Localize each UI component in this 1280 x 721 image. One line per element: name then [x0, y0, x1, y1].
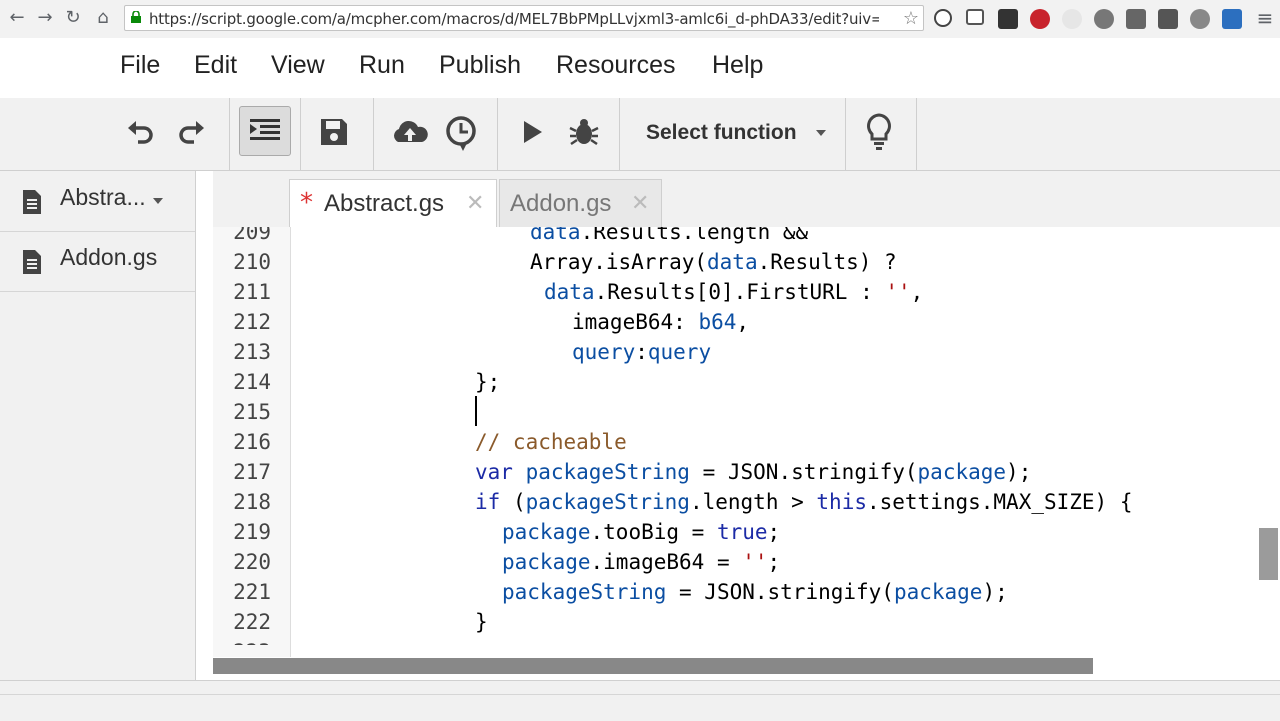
home-icon[interactable]: ⌂ — [92, 7, 114, 29]
line-number: 222 — [233, 610, 271, 634]
save-button[interactable] — [310, 108, 358, 156]
code-line: data.Results.length && — [530, 227, 809, 244]
extension-icon-10[interactable] — [1222, 9, 1242, 29]
code-line: } — [475, 610, 488, 634]
deploy-button[interactable] — [382, 108, 430, 156]
back-icon[interactable]: ← — [6, 7, 28, 29]
undo-button[interactable] — [116, 108, 164, 156]
line-number: 223 — [213, 637, 271, 645]
sidebar-item-label: Abstra... — [60, 184, 146, 210]
code-line: var packageString = JSON.stringify(packa… — [475, 460, 1032, 484]
text-cursor — [475, 396, 477, 426]
redo-button[interactable] — [168, 108, 216, 156]
menu-edit[interactable]: Edit — [194, 51, 237, 80]
menu-file[interactable]: File — [120, 51, 160, 80]
code-line: Array.isArray(data.Results) ? — [530, 250, 897, 274]
vertical-scrollbar[interactable] — [1259, 528, 1278, 580]
line-number-gutter: 209 210 211 212 213 214 215 216 217 218 219 220 221 2… — [213, 227, 291, 645]
code-line: package.tooBig = true; — [502, 520, 781, 544]
reload-icon[interactable]: ↻ — [62, 7, 84, 29]
clock-icon — [446, 116, 476, 151]
code-line: packageString = JSON.stringify(package); — [502, 580, 1008, 604]
pinterest-extension-icon[interactable] — [1030, 9, 1050, 29]
select-function-dropdown[interactable]: Select function — [646, 121, 797, 145]
tips-button[interactable] — [855, 108, 903, 156]
triggers-button[interactable] — [437, 108, 485, 156]
chevron-down-icon[interactable] — [153, 198, 163, 204]
editor-tabs: * Abstract.gs ✕ Addon.gs ✕ — [213, 171, 1280, 227]
menu-publish[interactable]: Publish — [439, 51, 521, 80]
extension-icon-9[interactable] — [1190, 9, 1210, 29]
tab-label: Addon.gs — [510, 190, 612, 217]
play-icon — [524, 121, 542, 143]
line-number: 214 — [233, 370, 271, 394]
file-sidebar: Abstra... Addon.gs — [0, 171, 196, 680]
menu-run[interactable]: Run — [359, 51, 405, 80]
line-number: 218 — [233, 490, 271, 514]
file-icon — [23, 190, 41, 214]
run-button[interactable] — [508, 108, 556, 156]
tab-abstract[interactable]: * Abstract.gs ✕ — [289, 179, 497, 227]
code-editor[interactable]: 209 210 211 212 213 214 215 216 217 218 219 220 221 2… — [213, 227, 1280, 645]
status-bar — [0, 680, 1280, 721]
code-line: package.imageB64 = ''; — [502, 550, 781, 574]
bookmark-star-icon[interactable]: ☆ — [903, 8, 919, 29]
code-line: query:query — [572, 340, 712, 364]
sidebar-item-abstract[interactable]: Abstra... — [0, 171, 195, 232]
undo-icon — [128, 121, 153, 144]
address-bar[interactable]: https://script.google.com/a/mcpher.com/m… — [124, 5, 924, 31]
line-number: 211 — [233, 280, 271, 304]
menu-bar: File Edit View Run Publish Resources Hel… — [0, 38, 1280, 99]
redo-icon — [179, 121, 204, 144]
file-icon — [23, 250, 41, 274]
menu-view[interactable]: View — [271, 51, 325, 80]
extension-icon-7[interactable] — [1126, 9, 1146, 29]
line-number: 221 — [233, 580, 271, 604]
bug-icon — [569, 119, 599, 146]
indent-button[interactable] — [239, 106, 291, 156]
cloud-upload-icon — [394, 120, 428, 142]
tab-addon[interactable]: Addon.gs ✕ — [499, 179, 662, 227]
google-extension-icon[interactable] — [934, 9, 952, 27]
extension-icon-8[interactable] — [1158, 9, 1178, 29]
chevron-down-icon[interactable] — [816, 130, 826, 136]
lightbulb-icon — [867, 113, 891, 150]
indent-icon — [250, 119, 280, 140]
sidebar-item-addon[interactable]: Addon.gs — [0, 231, 195, 292]
line-number: 217 — [233, 460, 271, 484]
line-number: 215 — [233, 400, 271, 424]
code-line: // cacheable — [475, 430, 627, 454]
code-line: if (packageString.length > this.settings… — [475, 490, 1133, 514]
url-text: https://script.google.com/a/mcpher.com/m… — [149, 10, 879, 28]
menu-resources[interactable]: Resources — [556, 51, 676, 80]
sidebar-item-label: Addon.gs — [60, 244, 158, 270]
code-line: data.Results[0].FirstURL : '', — [544, 280, 924, 304]
cast-extension-icon[interactable] — [966, 9, 984, 25]
close-icon[interactable]: ✕ — [466, 191, 484, 216]
debug-button[interactable] — [560, 108, 608, 156]
line-number: 212 — [233, 310, 271, 334]
horizontal-scrollbar[interactable] — [213, 658, 1093, 674]
line-number: 216 — [233, 430, 271, 454]
line-number: 213 — [233, 340, 271, 364]
save-icon — [321, 119, 347, 145]
line-number: 209 — [233, 227, 271, 244]
line-number: 210 — [233, 250, 271, 274]
close-icon[interactable]: ✕ — [631, 191, 649, 216]
notes-extension-icon[interactable] — [998, 9, 1018, 29]
browser-toolbar: ← → ↻ ⌂ https://script.google.com/a/mcph… — [0, 0, 1280, 39]
tab-label: Abstract.gs — [324, 190, 445, 217]
forward-icon[interactable]: → — [34, 7, 56, 29]
lock-icon — [131, 11, 141, 23]
extension-icon-5[interactable] — [1062, 9, 1082, 29]
toolbar — [0, 98, 1280, 171]
code-line: }; — [475, 370, 501, 394]
line-number: 219 — [233, 520, 271, 544]
menu-help[interactable]: Help — [712, 51, 763, 80]
modified-marker: * — [300, 188, 313, 218]
browser-menu-icon[interactable]: ≡ — [1254, 7, 1276, 29]
code-line: imageB64: b64, — [572, 310, 750, 334]
line-number: 220 — [233, 550, 271, 574]
extension-icon-6[interactable] — [1094, 9, 1114, 29]
